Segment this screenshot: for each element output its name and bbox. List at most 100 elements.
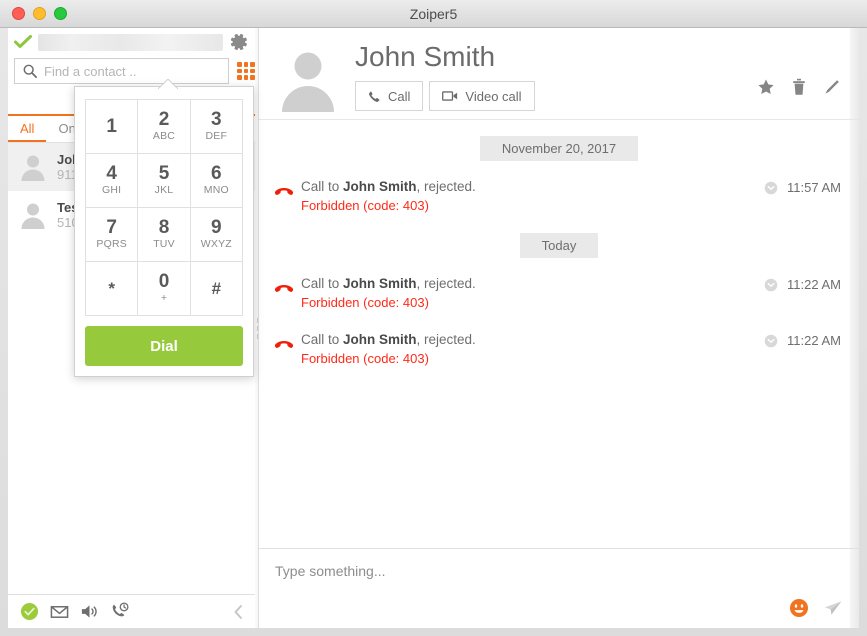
call-log-error: Forbidden (code: 403) <box>301 295 429 310</box>
video-call-button-label: Video call <box>465 88 522 104</box>
call-log-contact: John Smith <box>343 332 417 347</box>
dialpad-key-7[interactable]: 7 PQRS <box>86 208 139 262</box>
day-separator-label: November 20, 2017 <box>479 136 639 161</box>
key-letters: MNO <box>203 184 229 196</box>
key-digit: 1 <box>106 115 117 137</box>
dialpad-key-6[interactable]: 6 MNO <box>190 154 243 208</box>
key-letters: + <box>160 292 168 304</box>
status-bar <box>8 594 256 628</box>
chevron-down-circle-icon[interactable] <box>764 278 778 292</box>
call-log-meta: 11:22 AM <box>764 330 841 348</box>
dialpad-key-hash[interactable]: # <box>190 262 243 316</box>
grid-dots-icon[interactable] <box>237 62 255 80</box>
key-letters: WXYZ <box>200 238 232 250</box>
day-separator: November 20, 2017 <box>259 136 859 161</box>
tab-all[interactable]: All <box>8 116 47 142</box>
call-log-time: 11:22 AM <box>787 277 841 292</box>
search-icon <box>23 64 37 78</box>
video-call-button[interactable]: Video call <box>429 81 535 111</box>
chevron-left-icon[interactable] <box>232 604 244 620</box>
send-paper-plane-icon[interactable] <box>823 598 843 618</box>
dialpad-key-1[interactable]: 1 <box>86 100 139 154</box>
key-letters: GHI <box>102 184 122 196</box>
key-letters: TUV <box>153 238 175 250</box>
envelope-icon[interactable] <box>50 602 69 621</box>
phone-icon <box>368 90 380 102</box>
call-rejected-icon <box>274 188 294 195</box>
call-log-body: Call to John Smith, rejected. Forbidden … <box>295 274 764 312</box>
chevron-down-circle-icon[interactable] <box>764 334 778 348</box>
call-log-body: Call to John Smith, rejected. Forbidden … <box>295 330 764 368</box>
call-rejected-icon <box>274 341 294 348</box>
call-log-contact: John Smith <box>343 276 417 291</box>
search-input[interactable] <box>44 63 220 79</box>
phone-history-icon[interactable] <box>110 602 129 621</box>
day-separator-label: Today <box>519 233 599 258</box>
dialpad-key-8[interactable]: 8 TUV <box>138 208 191 262</box>
dialpad-keys: 1 2 ABC 3 DEF 4 GHI 5 JKL 6 MNO 7 PQRS 8… <box>85 99 243 316</box>
call-log-prefix: Call to <box>301 276 344 291</box>
key-digit: 5 <box>158 163 170 184</box>
call-log-entry[interactable]: Call to John Smith, rejected. Forbidden … <box>259 274 859 312</box>
dialpad-key-0[interactable]: 0 + <box>138 262 191 316</box>
key-letters: PQRS <box>96 238 127 250</box>
key-letters: DEF <box>205 130 228 142</box>
star-icon[interactable] <box>757 78 775 96</box>
contact-header-texts: John Smith Call Video call <box>355 40 535 111</box>
dialpad-key-star[interactable]: * <box>86 262 139 316</box>
presence-available-icon[interactable] <box>20 602 39 621</box>
message-input[interactable] <box>275 563 843 579</box>
message-composer <box>259 548 859 628</box>
dialpad-key-4[interactable]: 4 GHI <box>86 154 139 208</box>
pencil-icon[interactable] <box>823 78 841 96</box>
call-log-entry[interactable]: Call to John Smith, rejected. Forbidden … <box>259 177 859 215</box>
smiley-icon[interactable] <box>789 598 809 618</box>
key-digit: * <box>108 278 115 298</box>
call-log-time: 11:22 AM <box>787 333 841 348</box>
dial-button[interactable]: Dial <box>85 326 243 366</box>
call-log-text: Call to John Smith, rejected. <box>301 274 764 293</box>
person-icon <box>21 155 45 181</box>
call-log-suffix: , rejected. <box>416 179 476 194</box>
call-log-error: Forbidden (code: 403) <box>301 351 429 366</box>
call-log-meta: 11:57 AM <box>764 177 841 195</box>
call-log-text: Call to John Smith, rejected. <box>301 330 764 349</box>
key-digit: 0 <box>158 271 170 292</box>
call-log-meta: 11:22 AM <box>764 274 841 292</box>
zoiper-window: Zoiper5 Find a contact .. All John 911 T… <box>0 0 867 636</box>
dialpad-key-2[interactable]: 2 ABC <box>138 100 191 154</box>
key-digit: 3 <box>211 109 222 130</box>
dialpad-popover: 1 2 ABC 3 DEF 4 GHI 5 JKL 6 MNO 7 PQRS 8… <box>74 86 254 377</box>
account-bar <box>8 28 255 56</box>
key-letters: JKL <box>154 184 174 196</box>
call-log-contact: John Smith <box>343 179 417 194</box>
person-icon <box>21 203 45 229</box>
dialpad-key-9[interactable]: 9 WXYZ <box>190 208 243 262</box>
gear-icon[interactable] <box>229 32 249 52</box>
call-log-body: Call to John Smith, rejected. Forbidden … <box>295 177 764 215</box>
key-digit: 8 <box>158 217 170 238</box>
call-log-time: 11:57 AM <box>787 180 841 195</box>
dialpad-key-5[interactable]: 5 JKL <box>138 154 191 208</box>
contact-header: John Smith Call Video call <box>259 28 859 120</box>
contact-actions: Call Video call <box>355 81 535 111</box>
person-icon <box>282 52 334 112</box>
page-title: John Smith <box>355 41 496 72</box>
key-digit: # <box>211 278 222 298</box>
speaker-icon[interactable] <box>80 602 99 621</box>
key-digit: 9 <box>211 217 222 238</box>
search-box[interactable] <box>14 58 229 84</box>
trash-icon[interactable] <box>790 78 808 96</box>
window-title: Zoiper5 <box>409 6 458 22</box>
call-button[interactable]: Call <box>355 81 424 111</box>
account-name-field[interactable] <box>38 33 223 51</box>
key-digit: 2 <box>158 109 170 130</box>
dialpad-pointer <box>158 79 178 89</box>
dialpad-key-3[interactable]: 3 DEF <box>190 100 243 154</box>
chevron-down-circle-icon[interactable] <box>764 181 778 195</box>
conversation-log: November 20, 2017 Call to John Smith, re… <box>259 120 859 548</box>
call-log-suffix: , rejected. <box>416 276 476 291</box>
call-log-text: Call to John Smith, rejected. <box>301 177 764 196</box>
call-log-entry[interactable]: Call to John Smith, rejected. Forbidden … <box>259 330 859 368</box>
call-log-suffix: , rejected. <box>416 332 476 347</box>
